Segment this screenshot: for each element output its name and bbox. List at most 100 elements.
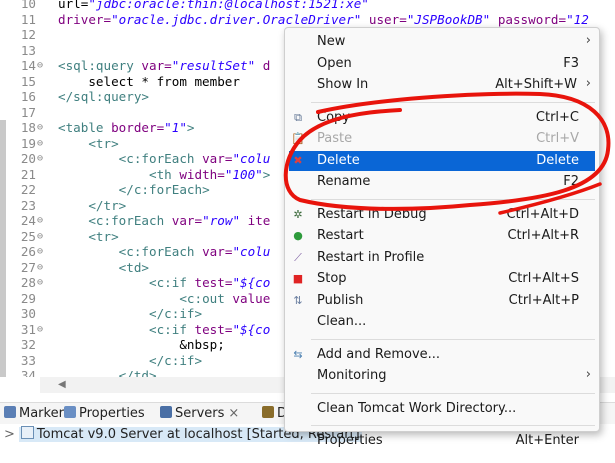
- code-text: <tr>: [88, 135, 119, 151]
- menu-item-label: Rename: [317, 174, 371, 189]
- menu-item-label: Paste: [317, 131, 353, 146]
- menu-item-shortcut: Delete: [536, 152, 579, 168]
- line-number: 21: [20, 166, 36, 182]
- menu-item-shortcut: Ctrl+Alt+P: [508, 292, 579, 308]
- code-text: <c:forEach var="row" ite: [88, 213, 271, 228]
- fold-toggle-icon[interactable]: ⊖: [37, 136, 43, 152]
- line-number: 29: [20, 290, 36, 306]
- line-number: 23: [20, 197, 36, 213]
- line-number: 28: [20, 275, 36, 290]
- submenu-arrow-icon: ›: [585, 76, 591, 91]
- menu-item-shortcut: Alt+Enter: [515, 433, 579, 448]
- publish-icon: ⇅: [293, 293, 303, 307]
- code-text: </tr>: [88, 197, 127, 213]
- menu-item-open[interactable]: Open F3: [289, 54, 595, 74]
- code-text: <c:out value: [179, 290, 271, 306]
- line-number: 24: [20, 213, 36, 228]
- delete-icon: ✖: [293, 153, 303, 167]
- menu-item-label: Clean...: [317, 314, 367, 329]
- menu-item-label: Show In: [317, 77, 369, 92]
- scroll-left-icon[interactable]: ◀: [58, 379, 66, 390]
- close-icon[interactable]: ×: [228, 406, 239, 421]
- menu-item-shortcut: F2: [563, 174, 579, 189]
- fold-toggle-icon[interactable]: ⊖: [37, 229, 43, 245]
- fold-toggle-icon[interactable]: ⊖: [37, 120, 43, 136]
- menu-separator: [311, 392, 595, 394]
- menu-item-shortcut: F3: [563, 55, 579, 71]
- stop-icon: ■: [292, 272, 304, 285]
- fold-toggle-icon[interactable]: ⊖: [37, 151, 43, 167]
- line-number: 13: [20, 42, 36, 58]
- menu-item-restart-debug[interactable]: ✲ Restart in Debug Ctrl+Alt+D: [289, 205, 595, 225]
- menu-item-shortcut: Ctrl+Alt+R: [507, 228, 579, 243]
- code-text: <c:forEach var="colu: [118, 151, 271, 166]
- code-text: </sql:query>: [58, 89, 149, 104]
- code-line[interactable]: 11 driver="oracle.jdbc.driver.OracleDrive…: [0, 12, 615, 28]
- code-text: <td>: [118, 259, 150, 275]
- menu-item-add-remove[interactable]: ⇆ Add and Remove...: [289, 345, 595, 365]
- menu-item-shortcut: Ctrl+Alt+D: [506, 206, 579, 222]
- menu-item-restart-profile[interactable]: ⟋ Restart in Profile: [289, 248, 595, 268]
- line-number: 25: [20, 228, 36, 244]
- tab-label: Markers: [19, 406, 71, 421]
- menu-item-label: Delete: [317, 152, 360, 168]
- menu-item-new[interactable]: New ›: [289, 32, 595, 52]
- line-number: 26: [20, 244, 36, 259]
- menu-item-restart[interactable]: ● Restart Ctrl+Alt+R: [289, 226, 595, 246]
- menu-item-clean-tomcat[interactable]: Clean Tomcat Work Directory...: [289, 399, 595, 419]
- menu-item-properties[interactable]: Properties Alt+Enter: [289, 431, 595, 451]
- line-number: 17: [20, 104, 36, 120]
- menu-separator: [311, 338, 595, 340]
- fold-toggle-icon[interactable]: ⊖: [37, 275, 43, 291]
- line-number: 16: [20, 89, 36, 104]
- fold-toggle-icon[interactable]: ⊖: [37, 244, 43, 260]
- expand-icon[interactable]: >: [4, 427, 15, 442]
- data-source-icon: [262, 406, 274, 418]
- menu-item-shortcut: Ctrl+V: [536, 131, 579, 146]
- servers-icon: [160, 406, 172, 418]
- fold-toggle-icon[interactable]: ⊖: [37, 213, 43, 229]
- menu-item-shortcut: Alt+Shift+W: [495, 77, 577, 92]
- menu-item-clean[interactable]: Clean...: [289, 312, 595, 332]
- paste-icon: 📋: [291, 132, 305, 145]
- fold-toggle-icon[interactable]: ⊖: [37, 58, 43, 74]
- line-number: 19: [20, 135, 36, 151]
- line-number: 33: [20, 352, 36, 368]
- code-text: &nbsp;: [58, 337, 225, 352]
- code-text: select * from member: [58, 73, 240, 89]
- code-text: <c:if test="${co: [149, 321, 271, 337]
- add-remove-icon: ⇆: [293, 347, 303, 361]
- code-line[interactable]: 10 url="jdbc:oracle:thin:@localhost:1521:…: [0, 0, 615, 12]
- context-menu: New › Open F3 Show In Alt+Shift+W › ⧉ Copy Ctrl+C…: [284, 27, 600, 448]
- tab-properties[interactable]: Properties: [64, 406, 145, 421]
- code-text: </c:forEach>: [118, 182, 210, 197]
- menu-item-publish[interactable]: ⇅ Publish Ctrl+Alt+P: [289, 291, 595, 311]
- menu-item-rename[interactable]: Rename F2: [289, 172, 595, 192]
- code-text: driver="oracle.jdbc.driver.OracleDriver"…: [58, 11, 589, 27]
- menu-item-stop[interactable]: ■ Stop Ctrl+Alt+S: [289, 269, 595, 289]
- copy-icon: ⧉: [294, 110, 302, 124]
- menu-item-label: Add and Remove...: [317, 346, 441, 362]
- menu-item-copy[interactable]: ⧉ Copy Ctrl+C: [289, 108, 595, 128]
- menu-item-shortcut: Ctrl+C: [535, 109, 579, 125]
- menu-item-show-in[interactable]: Show In Alt+Shift+W ›: [289, 75, 595, 95]
- tab-label: Properties: [79, 406, 145, 421]
- line-number: 10: [20, 0, 36, 11]
- menu-item-delete[interactable]: ✖ Delete Delete: [289, 150, 595, 171]
- menu-item-label: Properties: [317, 433, 383, 448]
- menu-item-label: Restart in Debug: [317, 206, 427, 222]
- menu-separator: [311, 198, 595, 200]
- menu-item-label: New: [317, 34, 346, 49]
- menu-item-shortcut: Ctrl+Alt+S: [508, 271, 579, 286]
- fold-toggle-icon[interactable]: ⊖: [37, 260, 43, 276]
- tab-servers[interactable]: Servers ×: [160, 406, 239, 421]
- menu-separator: [311, 425, 595, 426]
- tab-markers[interactable]: Markers: [4, 406, 71, 421]
- fold-toggle-icon[interactable]: ⊖: [37, 322, 43, 338]
- line-number: 12: [20, 27, 36, 42]
- menu-item-label: Monitoring: [317, 368, 387, 383]
- menu-item-paste[interactable]: 📋 Paste Ctrl+V: [289, 129, 595, 149]
- line-number: 32: [20, 337, 36, 352]
- menu-item-label: Clean Tomcat Work Directory...: [317, 400, 517, 416]
- menu-item-monitoring[interactable]: Monitoring ›: [289, 366, 595, 386]
